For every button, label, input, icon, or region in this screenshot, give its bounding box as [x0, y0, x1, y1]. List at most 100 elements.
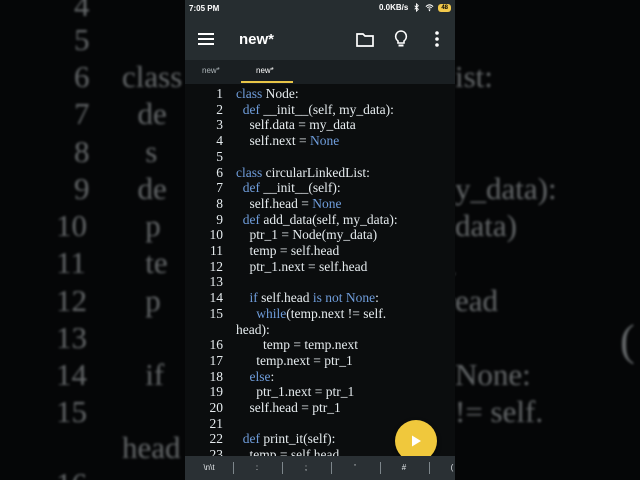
bg-line-number: 14	[56, 357, 87, 392]
code-token: ptr_1 = Node(my_data)	[236, 227, 378, 243]
bg-fragment: (	[620, 316, 635, 365]
code-text: temp = temp.next	[236, 337, 358, 353]
code-line[interactable]: 2 def __init__(self, my_data):	[185, 102, 455, 118]
key-separator	[233, 462, 234, 474]
code-line[interactable]: 20 self.head = ptr_1	[185, 400, 455, 416]
line-number: 11	[210, 243, 223, 258]
line-number: 4	[216, 133, 223, 149]
code-line[interactable]: 4 self.next = None	[185, 133, 455, 149]
tab-new-2[interactable]: new*	[256, 66, 274, 75]
bg-line-code: te	[122, 245, 168, 280]
file-title: new*	[239, 31, 275, 48]
bg-line-code: p	[122, 208, 161, 243]
wifi-icon	[425, 4, 434, 12]
code-line[interactable]: 15 while(temp.next != self.	[185, 306, 455, 322]
more-vert-icon[interactable]	[425, 27, 449, 51]
line-number: 1	[216, 86, 223, 101]
tab-new-1[interactable]: new*	[202, 66, 220, 75]
code-text: class Node:	[236, 86, 299, 102]
bg-fragment: y_data):	[455, 171, 557, 206]
bg-line-number: 11	[56, 245, 86, 280]
bluetooth-icon	[414, 3, 420, 12]
code-text: temp = self.head	[236, 447, 340, 456]
code-token: temp = self.head	[236, 447, 340, 456]
line-number: 6	[216, 164, 223, 180]
bg-line-number: 12	[56, 283, 87, 318]
key-colon[interactable]: :	[242, 463, 272, 472]
keyword-token: def	[242, 101, 260, 117]
code-line[interactable]: 12 ptr_1.next = self.head	[185, 259, 455, 275]
bg-line-code: de	[122, 171, 167, 206]
code-token: temp.next = ptr_1	[236, 352, 353, 368]
code-token: circularLinkedList:	[262, 164, 370, 180]
code-text: temp = self.head	[236, 243, 340, 259]
line-number: 17	[209, 352, 224, 368]
code-line[interactable]: 18 else:	[185, 369, 455, 385]
code-text: self.head = None	[236, 195, 342, 212]
code-line[interactable]: 1 class Node:	[185, 86, 455, 102]
code-token: __init__(self, my_data):	[260, 101, 394, 117]
code-line[interactable]: 11 temp = self.head	[185, 243, 455, 259]
code-text: ptr_1.next = ptr_1	[236, 384, 354, 400]
key-open-paren[interactable]: (	[437, 463, 455, 472]
code-line[interactable]: 7 def __init__(self):	[185, 180, 455, 196]
bg-fragment: data)	[455, 208, 517, 243]
keyword-token: def	[242, 211, 260, 227]
bg-line-number: 13	[56, 320, 87, 355]
code-line[interactable]: 6 class circularLinkedList:	[185, 165, 455, 181]
code-token: temp = temp.next	[236, 337, 358, 353]
code-token: self.head	[257, 290, 313, 306]
line-number: 9	[216, 211, 223, 227]
key-newline-tab[interactable]: \n\t	[194, 463, 224, 472]
code-token: self.head = ptr_1	[236, 400, 341, 415]
code-line[interactable]: 19 ptr_1.next = ptr_1	[185, 384, 455, 400]
code-token: temp = self.head	[236, 243, 340, 258]
code-line[interactable]: 3 self.data = my_data	[185, 117, 455, 133]
key-hash[interactable]: #	[389, 463, 419, 472]
code-text: def __init__(self):	[236, 180, 341, 196]
menu-icon[interactable]	[194, 27, 218, 51]
code-token: ptr_1.next = ptr_1	[236, 384, 355, 400]
battery-icon: 48	[438, 3, 451, 12]
keyword-token: class	[236, 164, 263, 180]
code-token: __init__(self):	[260, 180, 341, 196]
key-quote[interactable]: '	[340, 463, 370, 472]
code-line[interactable]: 14 if self.head is not None:	[185, 290, 455, 306]
code-line[interactable]: 13	[185, 274, 455, 290]
bg-line-code: p	[122, 283, 161, 318]
keyword-token: class	[236, 86, 263, 101]
code-text: while(temp.next != self.	[236, 306, 386, 322]
key-separator	[429, 462, 430, 474]
code-line[interactable]: head):	[185, 322, 455, 338]
line-number: 16	[209, 337, 224, 353]
code-text: else:	[236, 369, 275, 385]
code-text: if self.head is not None:	[236, 290, 379, 306]
code-token: self.head =	[236, 195, 313, 211]
code-line[interactable]: 9 def add_data(self, my_data):	[185, 212, 455, 228]
code-text: temp.next = ptr_1	[236, 352, 353, 369]
code-line[interactable]: 5	[185, 149, 455, 165]
line-number: 13	[209, 274, 224, 290]
code-line[interactable]: 8 self.head = None	[185, 196, 455, 212]
code-text: class circularLinkedList:	[236, 165, 370, 181]
folder-icon[interactable]	[353, 27, 377, 51]
code-line[interactable]: 17 temp.next = ptr_1	[185, 353, 455, 369]
code-token: head):	[236, 321, 270, 337]
code-text: self.next = None	[236, 133, 340, 149]
code-token: self.next =	[236, 133, 310, 149]
line-number: 21	[209, 415, 224, 431]
lightbulb-icon[interactable]	[389, 27, 413, 51]
bg-line-number: 9	[74, 171, 90, 206]
code-text: ptr_1 = Node(my_data)	[236, 227, 378, 243]
code-editor[interactable]: 1 class Node: 2 def __init__(self, my_data…	[185, 84, 455, 456]
key-semicolon[interactable]: ;	[291, 463, 321, 472]
bg-line-number: 5	[74, 22, 90, 57]
bg-line-number: 8	[74, 134, 90, 169]
key-separator	[282, 462, 283, 474]
key-separator	[331, 462, 332, 474]
code-line[interactable]: 10 ptr_1 = Node(my_data)	[185, 227, 455, 243]
code-line[interactable]: 16 temp = temp.next	[185, 337, 455, 353]
keyword-token: if	[249, 290, 258, 306]
